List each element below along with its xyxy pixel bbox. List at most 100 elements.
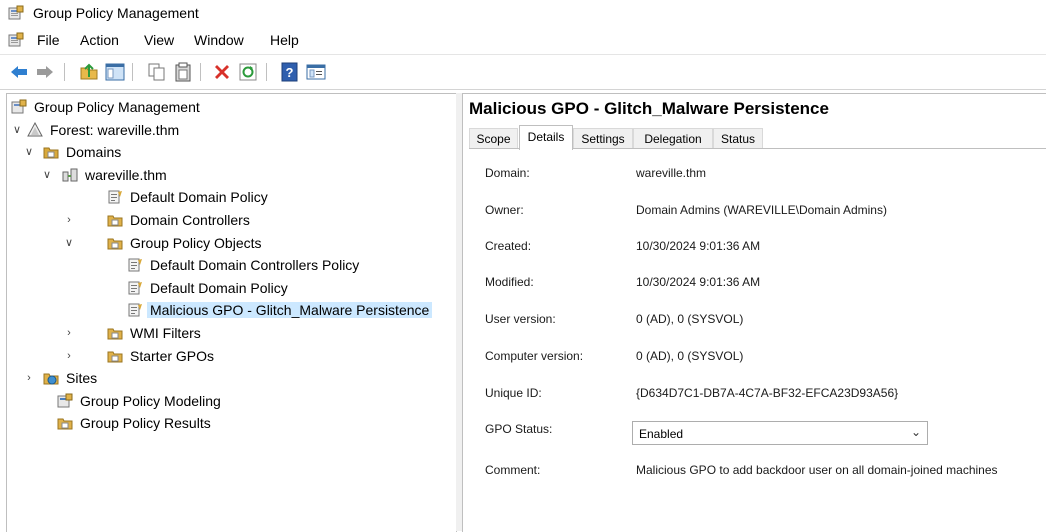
back-arrow-icon[interactable] <box>9 62 29 82</box>
menu-action[interactable]: Action <box>80 32 119 48</box>
properties-icon[interactable] <box>306 62 326 82</box>
tree-item[interactable]: Malicious GPO - Glitch_Malware Persisten… <box>7 299 456 321</box>
tree-item[interactable]: ∨ wareville.thm <box>7 164 456 186</box>
show-hide-tree-icon[interactable] <box>105 62 125 82</box>
tree-item[interactable]: Default Domain Controllers Policy <box>7 254 456 276</box>
tab-settings[interactable]: Settings <box>573 128 633 149</box>
tree-item[interactable]: Group Policy Modeling <box>7 390 456 412</box>
tab-details[interactable]: Details <box>519 125 573 150</box>
menu-file[interactable]: File <box>37 32 60 48</box>
tree-item[interactable]: Default Domain Policy <box>7 277 456 299</box>
domain-value: wareville.thm <box>636 166 707 180</box>
collapse-chevron-icon[interactable]: › <box>63 213 75 227</box>
modified-value: 10/30/2024 9:01:36 AM <box>636 275 761 289</box>
tree-item-label: WMI Filters <box>130 325 201 341</box>
starter-folder-icon <box>107 351 123 363</box>
toolbar-separator <box>266 63 267 81</box>
tab-status[interactable]: Status <box>713 128 763 149</box>
computer-version-label: Computer version: <box>485 349 584 363</box>
delete-icon[interactable] <box>212 62 232 82</box>
tree-item-label: Starter GPOs <box>130 347 215 364</box>
window-title: Group Policy Management <box>33 5 199 21</box>
comment-value: Malicious GPO to add backdoor user on al… <box>636 463 998 477</box>
collapse-chevron-icon[interactable]: › <box>23 371 35 385</box>
computer-version-value: 0 (AD), 0 (SYSVOL) <box>636 349 744 363</box>
console-tree[interactable]: Group Policy Management ∨ Forest: warevill… <box>6 93 457 532</box>
toolbar-separator <box>200 63 201 81</box>
forward-arrow-icon[interactable] <box>35 62 55 82</box>
user-version-value: 0 (AD), 0 (SYSVOL) <box>636 312 744 326</box>
tree-item-label: Group Policy Management <box>34 99 200 115</box>
svg-text:?: ? <box>286 65 294 80</box>
chevron-down-icon: ⌄ <box>910 425 921 439</box>
menu-help[interactable]: Help <box>270 32 299 48</box>
expand-chevron-icon[interactable]: ∨ <box>23 145 35 159</box>
gpo-status-dropdown[interactable]: Enabled ⌄ <box>632 421 928 445</box>
tree-item-label: Group Policy Results <box>80 415 211 432</box>
up-folder-icon[interactable] <box>79 62 99 82</box>
tree-item[interactable]: ∨ Forest: wareville.thm <box>7 119 456 141</box>
details-pane: Malicious GPO - Glitch_Malware Persisten… <box>462 93 1046 532</box>
tree-item[interactable]: › Domain Controllers <box>7 209 456 231</box>
tree-item[interactable]: › Starter GPOs <box>7 345 456 367</box>
tab-strip: Scope Details Settings Delegation Status <box>469 125 769 150</box>
domain-icon <box>62 168 78 182</box>
tree-item-label: Group Policy Objects <box>130 234 262 251</box>
tree-item-label: Domains <box>66 144 122 161</box>
gpo-icon <box>128 258 142 272</box>
tree-item[interactable]: › WMI Filters <box>7 322 456 344</box>
tree-item[interactable]: › Sites <box>7 367 456 389</box>
user-version-label: User version: <box>485 312 556 326</box>
copy-icon[interactable] <box>147 62 167 82</box>
tree-item-label: Default Domain Controllers Policy <box>150 257 360 274</box>
help-icon[interactable]: ? <box>280 62 300 82</box>
owner-value: Domain Admins (WAREVILLE\Domain Admins) <box>636 203 887 217</box>
toolbar: ? <box>0 56 1046 90</box>
gpo-link-icon <box>108 190 122 204</box>
collapse-chevron-icon[interactable]: › <box>63 326 75 340</box>
paste-icon[interactable] <box>173 62 193 82</box>
unique-id-value: {D634D7C1-DB7A-4C7A-BF32-EFCA23D93A56} <box>636 386 899 400</box>
tree-item[interactable]: ∨ Group Policy Objects <box>7 232 456 254</box>
system-menu-icon[interactable] <box>8 32 24 48</box>
tree-item-label: Sites <box>66 370 98 387</box>
unique-id-label: Unique ID: <box>485 386 542 400</box>
owner-label: Owner: <box>485 203 524 217</box>
expand-chevron-icon[interactable]: ∨ <box>11 123 23 137</box>
gpo-status-label: GPO Status: <box>485 422 553 436</box>
refresh-icon[interactable] <box>238 62 258 82</box>
toolbar-separator <box>64 63 65 81</box>
menu-view[interactable]: View <box>144 32 174 48</box>
gpm-icon <box>11 99 27 114</box>
expand-chevron-icon[interactable]: ∨ <box>63 236 75 250</box>
tab-delegation[interactable]: Delegation <box>633 128 713 149</box>
ou-folder-icon <box>107 215 123 227</box>
tree-item[interactable]: Default Domain Policy <box>7 186 456 208</box>
tree-item-label: Malicious GPO - Glitch_Malware Persisten… <box>147 302 433 319</box>
comment-label: Comment: <box>485 463 541 477</box>
gpo-status-value: Enabled <box>639 427 684 441</box>
menu-bar: File Action View Window Help <box>0 28 1046 55</box>
tree-item[interactable]: Group Policy Management <box>7 96 456 118</box>
collapse-chevron-icon[interactable]: › <box>63 349 75 363</box>
tab-scope[interactable]: Scope <box>469 128 518 149</box>
tree-item[interactable]: Group Policy Results <box>7 412 456 434</box>
toolbar-separator <box>132 63 133 81</box>
results-icon <box>57 418 73 430</box>
gpo-icon <box>128 281 142 295</box>
wmi-folder-icon <box>107 328 123 340</box>
gpo-icon <box>128 303 142 317</box>
tree-item-label: Group Policy Modeling <box>80 392 221 409</box>
tree-item-label: Default Domain Policy <box>150 279 288 296</box>
menu-window[interactable]: Window <box>194 32 244 48</box>
gpm-app-icon <box>8 5 24 20</box>
domains-folder-icon <box>43 147 59 159</box>
tree-item[interactable]: ∨ Domains <box>7 141 456 163</box>
expand-chevron-icon[interactable]: ∨ <box>41 168 53 182</box>
